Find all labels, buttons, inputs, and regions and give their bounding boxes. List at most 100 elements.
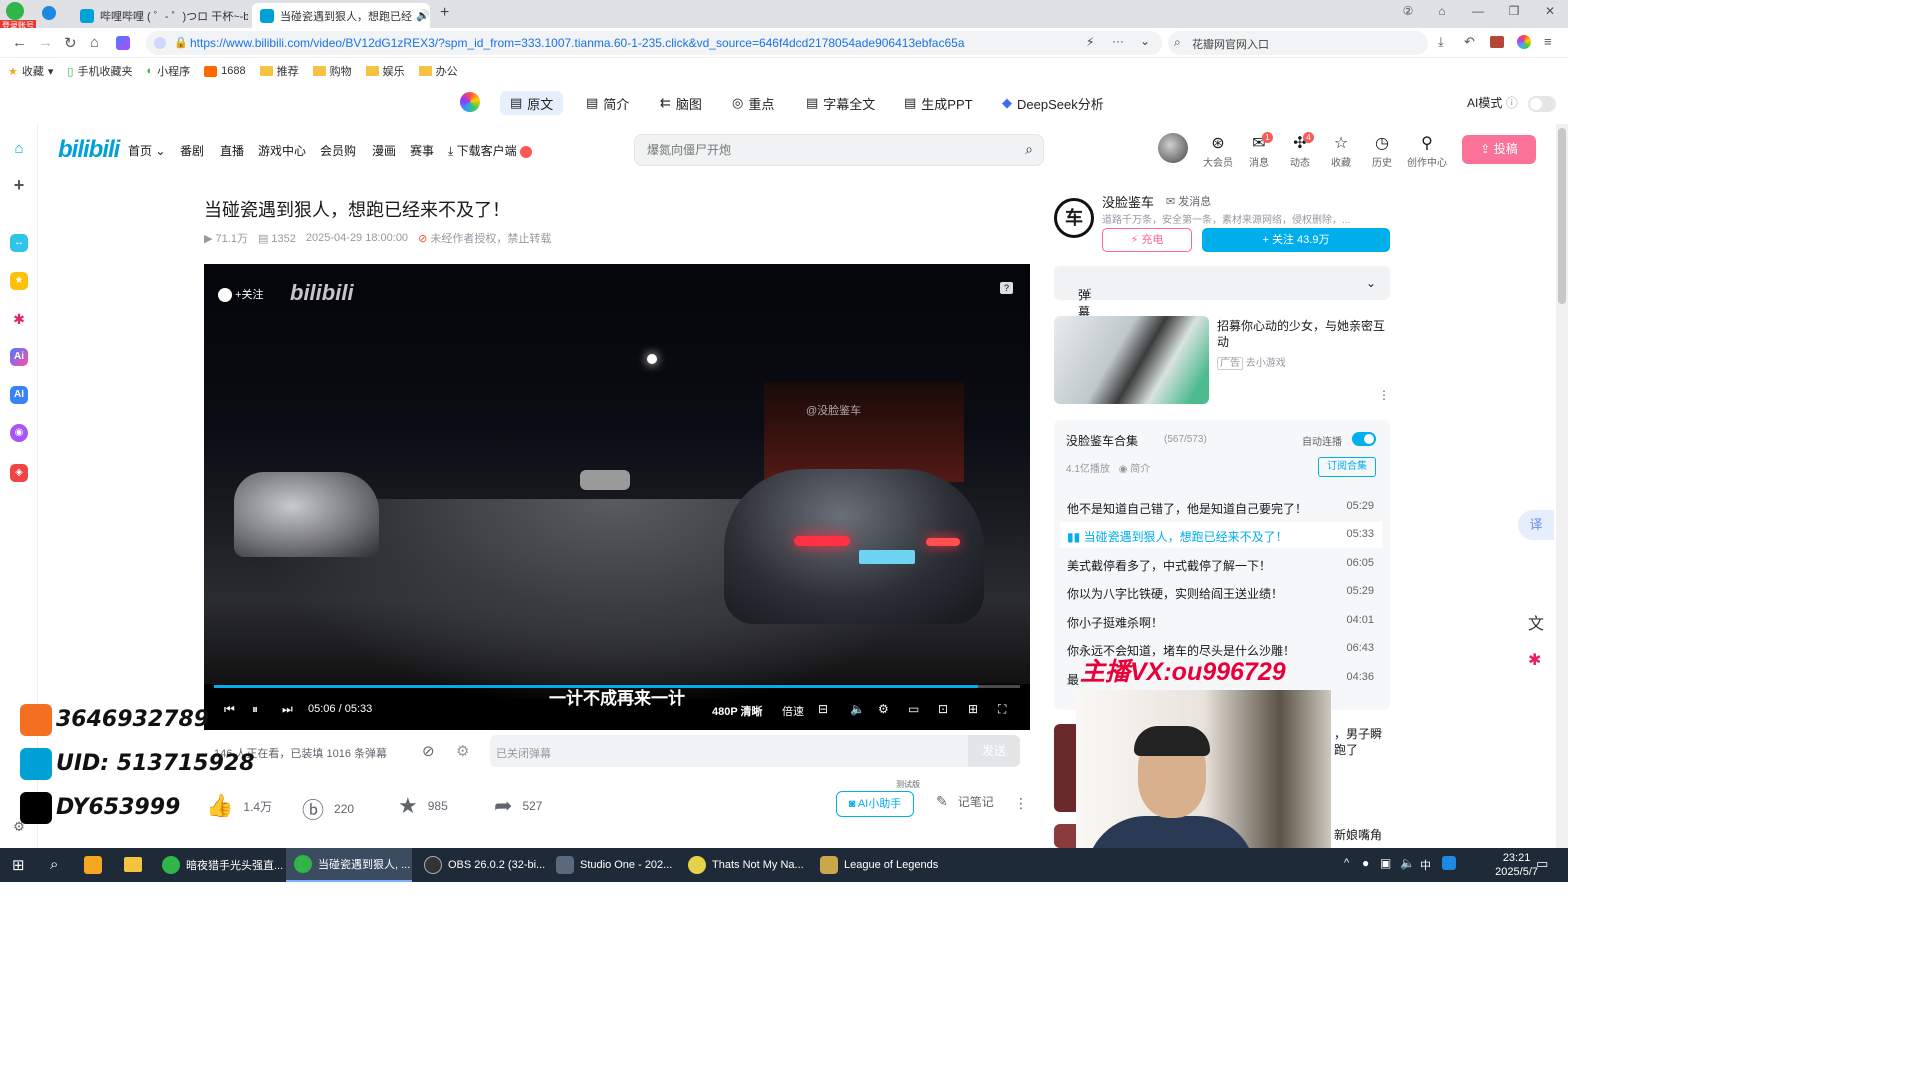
pip-icon[interactable]: ▭: [908, 702, 919, 716]
tab-bilibili-home[interactable]: 哔哩哔哩 ( ゜- ゜)つロ 干杯~-b ✕: [72, 3, 248, 28]
ai-btn-summary[interactable]: ▤ 简介: [576, 91, 639, 115]
fullscreen-icon[interactable]: ⛶: [998, 702, 1006, 717]
sidebar-add-icon[interactable]: +: [10, 176, 28, 194]
ime-indicator[interactable]: 中: [1420, 857, 1431, 873]
autoplay-toggle[interactable]: [1352, 432, 1376, 446]
forward-icon[interactable]: →: [38, 34, 53, 51]
list-item[interactable]: 你小子挺难杀啊！ 04:01: [1060, 608, 1382, 634]
sidebar-app-game-icon[interactable]: ◈: [10, 464, 28, 482]
bookmark-miniprogram[interactable]: ◐ 小程序: [146, 63, 190, 79]
taskbar-app-browser2[interactable]: 当碰瓷遇到狠人, ...: [286, 848, 412, 882]
taskbar-app-icon[interactable]: [84, 856, 102, 874]
bookmark-1688[interactable]: 1688: [204, 65, 246, 77]
nav-vip-shop[interactable]: 会员购: [320, 142, 356, 159]
sidebar-app-translate-icon[interactable]: ↔: [10, 234, 28, 252]
microphone-icon[interactable]: ●: [1362, 856, 1369, 870]
lightning-icon[interactable]: ⚡: [1086, 35, 1094, 49]
undo-icon[interactable]: ↶: [1464, 34, 1475, 50]
ai-btn-subtitles[interactable]: ▤ 字幕全文: [796, 91, 885, 115]
ad-card[interactable]: 招募你心动的少女，与她亲密互动 广告 去小游戏 ⋮: [1054, 316, 1390, 406]
video-player[interactable]: +关注 bilibili @没脸鉴车 ? 一计不成再来一计 ⏮ ⏸ ⏭ 05:0…: [204, 264, 1030, 730]
ai-btn-keypoints[interactable]: ◎ 重点: [722, 91, 784, 115]
help-icon[interactable]: ⓘ: [1506, 96, 1518, 110]
search-icon[interactable]: ⌕: [50, 856, 58, 873]
sidebar-app-network-icon[interactable]: ✱: [10, 310, 28, 328]
taskbar-app-obs[interactable]: OBS 26.0.2 (32-bi...: [416, 848, 545, 882]
watermark-follow[interactable]: +关注: [218, 286, 264, 303]
playlist-title[interactable]: 没脸鉴车合集: [1066, 432, 1138, 449]
tab-count-icon[interactable]: ②: [1398, 4, 1418, 22]
list-item-current[interactable]: ▮▮ 当碰瓷遇到狠人，想跑已经来不及了！ 05:33: [1060, 522, 1382, 548]
volume-icon[interactable]: 🔈: [850, 702, 865, 716]
header-vip[interactable]: ⊛ 大会员: [1201, 134, 1235, 169]
pause-icon[interactable]: ⏸: [252, 702, 258, 717]
bookmark-favorites[interactable]: ★ 收藏 ▾: [8, 63, 53, 79]
nav-manga[interactable]: 漫画: [372, 142, 396, 159]
sidebar-app-star-icon[interactable]: ★: [10, 272, 28, 290]
danmaku-list-toggle[interactable]: 弹幕列表 ⋮ ⌄: [1054, 266, 1390, 353]
scrollbar-thumb[interactable]: [1558, 128, 1566, 304]
uploader-name[interactable]: 没脸鉴车: [1102, 192, 1154, 211]
rec-thumbnail[interactable]: [1054, 824, 1076, 848]
home-icon[interactable]: ⌂: [90, 34, 99, 51]
taskbar-app-browser1[interactable]: 暗夜猎手光头强直...: [154, 848, 283, 882]
nav-home[interactable]: 首页 ⌄: [128, 142, 165, 159]
bookmark-folder-shopping[interactable]: 购物: [312, 63, 352, 79]
bookmark-folder-recommend[interactable]: 推荐: [259, 63, 299, 79]
ai-extension-icon[interactable]: [116, 36, 130, 50]
sidebar-home-icon[interactable]: ⌂: [10, 140, 28, 158]
network-icon[interactable]: ✱: [1528, 650, 1541, 670]
player-help-icon[interactable]: ?: [1000, 282, 1013, 294]
like-button[interactable]: 👍 1.4万: [206, 793, 272, 819]
nav-download-client[interactable]: ⤓ 下载客户端: [448, 142, 533, 159]
new-tab-button[interactable]: +: [440, 4, 449, 22]
follow-button[interactable]: + 关注 43.9万: [1202, 228, 1390, 252]
widescreen-icon[interactable]: ⊡: [938, 702, 948, 716]
restore-button[interactable]: ❐: [1504, 4, 1524, 22]
translate-float-button[interactable]: 译: [1518, 510, 1554, 540]
telegram-icon[interactable]: [42, 6, 56, 20]
ai-helper-button[interactable]: ◙ AI小助手: [836, 791, 914, 817]
translate-icon[interactable]: 文: [1528, 610, 1544, 634]
tab-current-video[interactable]: 当碰瓷遇到狠人，想跑已经 🔊 ✕: [252, 3, 430, 28]
danmaku-settings-icon[interactable]: ⚙: [456, 742, 469, 760]
close-window-button[interactable]: ✕: [1540, 4, 1560, 22]
favorite-button[interactable]: ★ 985: [398, 793, 448, 819]
danmaku-input[interactable]: 已关闭弹幕 发送: [490, 735, 1020, 767]
ai-btn-original[interactable]: ▤ 原文: [500, 91, 564, 115]
list-item[interactable]: 美式截停看多了，中式截停了解一下！ 06:05: [1060, 551, 1382, 577]
more-vertical-icon[interactable]: ⋮: [1378, 388, 1390, 402]
nav-live[interactable]: 直播: [220, 142, 244, 159]
file-explorer-icon[interactable]: [124, 857, 142, 872]
reload-icon[interactable]: ↻: [64, 34, 77, 52]
bilibili-search-box[interactable]: ⌕: [634, 134, 1044, 166]
rec-title[interactable]: ，男子瞬跑了: [1334, 726, 1390, 758]
back-icon[interactable]: ←: [12, 34, 27, 51]
progress-bar[interactable]: [214, 685, 1020, 688]
bilibili-logo[interactable]: bilibili: [58, 136, 120, 164]
audio-playing-icon[interactable]: 🔊: [416, 9, 430, 22]
nav-game-center[interactable]: 游戏中心: [258, 142, 306, 159]
list-item[interactable]: 他不是知道自己错了，他是知道自己要完了！ 05:29: [1060, 494, 1382, 520]
list-item[interactable]: 你以为八字比铁硬，实则给阎王送业绩！ 05:29: [1060, 579, 1382, 605]
color-extension-icon[interactable]: [1517, 35, 1531, 49]
more-icon[interactable]: ···: [1112, 34, 1124, 48]
ai-btn-deepseek[interactable]: ◆ DeepSeek分析: [992, 91, 1114, 115]
uploader-avatar[interactable]: 车: [1054, 198, 1094, 238]
rec-thumbnail[interactable]: [1054, 724, 1076, 812]
bilibili-search-input[interactable]: [647, 143, 1007, 157]
more-vertical-icon[interactable]: ⋮: [1084, 286, 1096, 300]
ai-logo-icon[interactable]: [460, 92, 480, 112]
quality-button[interactable]: 480P 清晰: [712, 703, 763, 719]
download-icon[interactable]: ⤓: [1438, 34, 1444, 50]
nav-events[interactable]: 赛事: [410, 142, 434, 159]
minimize-button[interactable]: —: [1468, 4, 1488, 22]
nav-anime[interactable]: 番剧: [180, 142, 204, 159]
tray-app-icon[interactable]: [1442, 856, 1456, 870]
tray-chevron-icon[interactable]: ^: [1344, 857, 1349, 869]
intro-label[interactable]: 简介: [1130, 464, 1150, 475]
chevron-down-icon[interactable]: ⌄: [1140, 34, 1150, 48]
sidebar-app-ai2-icon[interactable]: AI: [10, 386, 28, 404]
bookmark-mobile[interactable]: ▯ 手机收藏夹: [67, 63, 132, 79]
more-vertical-icon[interactable]: ⋮: [1014, 795, 1028, 812]
